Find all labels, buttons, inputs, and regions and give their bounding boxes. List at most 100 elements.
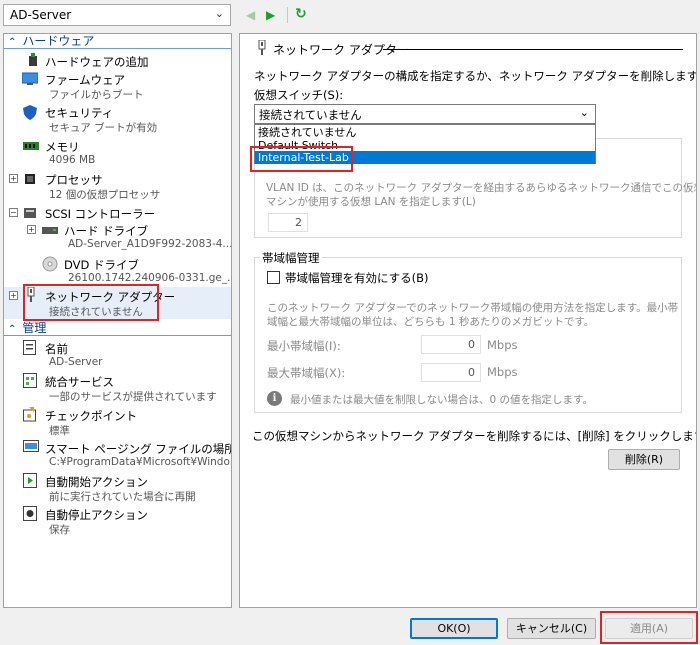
tree-item-processor[interactable]: + プロセッサ 12 個の仮想プロセッサ	[4, 170, 231, 201]
management-header-label: 管理	[22, 321, 47, 335]
tree-item-sub: C:¥ProgramData¥Microsoft¥Windo...	[49, 456, 232, 468]
tree-item-firmware[interactable]: ファームウェア ファイルからブート	[4, 70, 231, 101]
tree-item-label: ハード ドライブ	[64, 224, 149, 238]
tree-item-label: チェックポイント	[45, 409, 137, 423]
expand-icon[interactable]: +	[9, 174, 18, 183]
auto-start-icon	[23, 473, 39, 488]
tree-item-dvd-drive[interactable]: DVD ドライブ 26100.1742.240906-0331.ge_...	[4, 255, 231, 285]
min-bandwidth-unit: Mbps	[487, 338, 518, 352]
expand-icon[interactable]: +	[9, 291, 18, 300]
tree-item-hard-drive[interactable]: + ハード ドライブ AD-Server_A1D9F992-2083-4...	[4, 221, 231, 251]
virtual-switch-label: 仮想スイッチ(S):	[254, 88, 344, 102]
dvd-icon	[42, 256, 58, 272]
network-adapter-icon	[256, 39, 268, 59]
tree-item-sub: 前に実行されていた場合に再開	[49, 491, 196, 503]
tree-item-integration-services[interactable]: 統合サービス 一部のサービスが提供されています	[4, 372, 231, 403]
tree-item-checkpoint[interactable]: チェックポイント 標準	[4, 406, 231, 437]
remove-description: この仮想マシンからネットワーク アダプターを削除するには、[削除] をクリックし…	[252, 429, 697, 443]
shield-icon	[23, 105, 39, 120]
add-hardware-icon	[26, 53, 42, 67]
virtual-switch-select[interactable]: 接続されていません ⌄	[254, 104, 596, 124]
tree-item-label: ファームウェア	[45, 73, 126, 87]
tree-item-security[interactable]: セキュリティ セキュア ブートが有効	[4, 103, 231, 134]
cancel-button[interactable]: キャンセル(C)	[507, 618, 596, 639]
tree-item-label: 自動停止アクション	[45, 508, 148, 522]
tree-item-auto-stop[interactable]: 自動停止アクション 保存	[4, 505, 231, 536]
forward-icon[interactable]: ▶	[266, 8, 275, 22]
highlight-network-adapter	[23, 284, 159, 321]
highlight-apply-button	[600, 611, 698, 644]
tree-item-add-hardware[interactable]: ハードウェアの追加	[4, 52, 231, 69]
min-bandwidth-label: 最小帯域幅(I):	[267, 339, 341, 353]
max-bandwidth-label: 最大帯域幅(X):	[267, 366, 346, 380]
tree-item-label: 自動開始アクション	[45, 475, 148, 489]
vlan-id-input[interactable]: 2	[268, 213, 308, 232]
collapse-icon: ⌃	[8, 324, 17, 335]
max-bandwidth-input[interactable]: 0	[421, 363, 481, 382]
bandwidth-enable-checkbox[interactable]	[267, 271, 280, 284]
tree-item-label: スマート ページング ファイルの場所	[45, 442, 232, 456]
scsi-icon	[23, 206, 39, 220]
tree-item-label: 統合サービス	[45, 375, 114, 389]
tree-item-memory[interactable]: メモリ 4096 MB	[4, 137, 231, 167]
chevron-down-icon: ⌄	[214, 7, 224, 20]
hardware-section-header[interactable]: ⌃ ハードウェア	[4, 34, 231, 49]
auto-stop-icon	[23, 506, 39, 521]
tree-item-label: プロセッサ	[45, 173, 103, 187]
tree-item-label: SCSI コントローラー	[45, 207, 156, 221]
bandwidth-header: 帯域幅管理	[260, 250, 322, 266]
refresh-icon[interactable]: ↻	[295, 6, 307, 22]
bandwidth-description: このネットワーク アダプターでのネットワーク帯域幅の使用方法を指定します。最小帯	[267, 302, 679, 314]
tree-item-sub: 26100.1742.240906-0331.ge_...	[68, 272, 232, 284]
settings-tree: ⌃ ハードウェア ハードウェアの追加 ファームウェア ファイルからブート セキュリ…	[3, 33, 232, 608]
tree-item-sub: 4096 MB	[49, 154, 96, 166]
tree-item-label: セキュリティ	[45, 106, 114, 120]
info-icon: i	[267, 391, 282, 406]
tree-item-scsi-controller[interactable]: − SCSI コントローラー	[4, 204, 231, 221]
remove-button[interactable]: 削除(R)	[608, 449, 680, 470]
collapse-icon: ⌃	[8, 37, 17, 48]
tree-item-label: DVD ドライブ	[64, 258, 140, 272]
switch-option-not-connected[interactable]: 接続されていません	[255, 126, 595, 139]
tree-item-auto-start[interactable]: 自動開始アクション 前に実行されていた場合に再開	[4, 472, 231, 503]
checkpoint-icon	[23, 407, 39, 422]
title-divider	[383, 49, 683, 50]
monitor-icon	[21, 72, 39, 86]
memory-icon	[23, 140, 39, 154]
bandwidth-enable-label: 帯域幅管理を有効にする(B)	[285, 271, 429, 285]
tree-item-label: 名前	[45, 342, 68, 356]
integration-services-icon	[23, 373, 39, 388]
tree-item-sub: 12 個の仮想プロセッサ	[49, 189, 161, 201]
tree-item-smart-paging[interactable]: スマート ページング ファイルの場所 C:¥ProgramData¥Micros…	[4, 439, 231, 469]
tree-item-label: ハードウェアの追加	[45, 55, 149, 69]
vm-select-value: AD-Server	[10, 8, 72, 22]
processor-icon	[23, 172, 39, 186]
tree-item-sub: セキュア ブートが有効	[49, 122, 158, 134]
settings-detail-panel: ネットワーク アダプター ネットワーク アダプターの構成を指定するか、ネットワー…	[239, 33, 697, 608]
info-text: 最小値または最大値を制限しない場合は、0 の値を指定します。	[290, 394, 593, 406]
highlight-internal-test-lab	[250, 146, 353, 172]
vm-select[interactable]: AD-Server ⌄	[3, 4, 231, 26]
back-icon[interactable]: ◀	[246, 8, 255, 22]
tree-item-sub: AD-Server	[49, 356, 103, 368]
ok-button[interactable]: OK(O)	[410, 618, 498, 639]
management-section-header[interactable]: ⌃ 管理	[4, 321, 231, 336]
tree-item-sub: 保存	[49, 524, 70, 536]
tree-item-sub: ファイルからブート	[49, 89, 144, 101]
hardware-header-label: ハードウェア	[22, 34, 95, 48]
bandwidth-description-2: 域幅と最大帯域幅の単位は、どちらも 1 秒あたりのメガビットです。	[267, 316, 595, 328]
vlan-description-2: マシンが使用する仮想 LAN を指定します(L)	[266, 196, 476, 208]
tree-item-name[interactable]: 名前 AD-Server	[4, 339, 231, 369]
min-bandwidth-input[interactable]: 0	[421, 335, 481, 354]
expand-icon[interactable]: +	[27, 225, 36, 234]
toolbar-divider	[287, 7, 288, 23]
smart-paging-icon	[23, 440, 39, 454]
tree-item-sub: 標準	[49, 425, 70, 437]
tree-item-sub: 一部のサービスが提供されています	[49, 391, 217, 403]
tree-item-sub: AD-Server_A1D9F992-2083-4...	[68, 238, 232, 250]
chevron-down-icon: ⌄	[579, 106, 589, 119]
max-bandwidth-unit: Mbps	[487, 365, 518, 379]
virtual-switch-value: 接続されていません	[259, 108, 362, 122]
collapse-tree-icon[interactable]: −	[9, 208, 18, 217]
tree-item-label: メモリ	[45, 140, 80, 154]
